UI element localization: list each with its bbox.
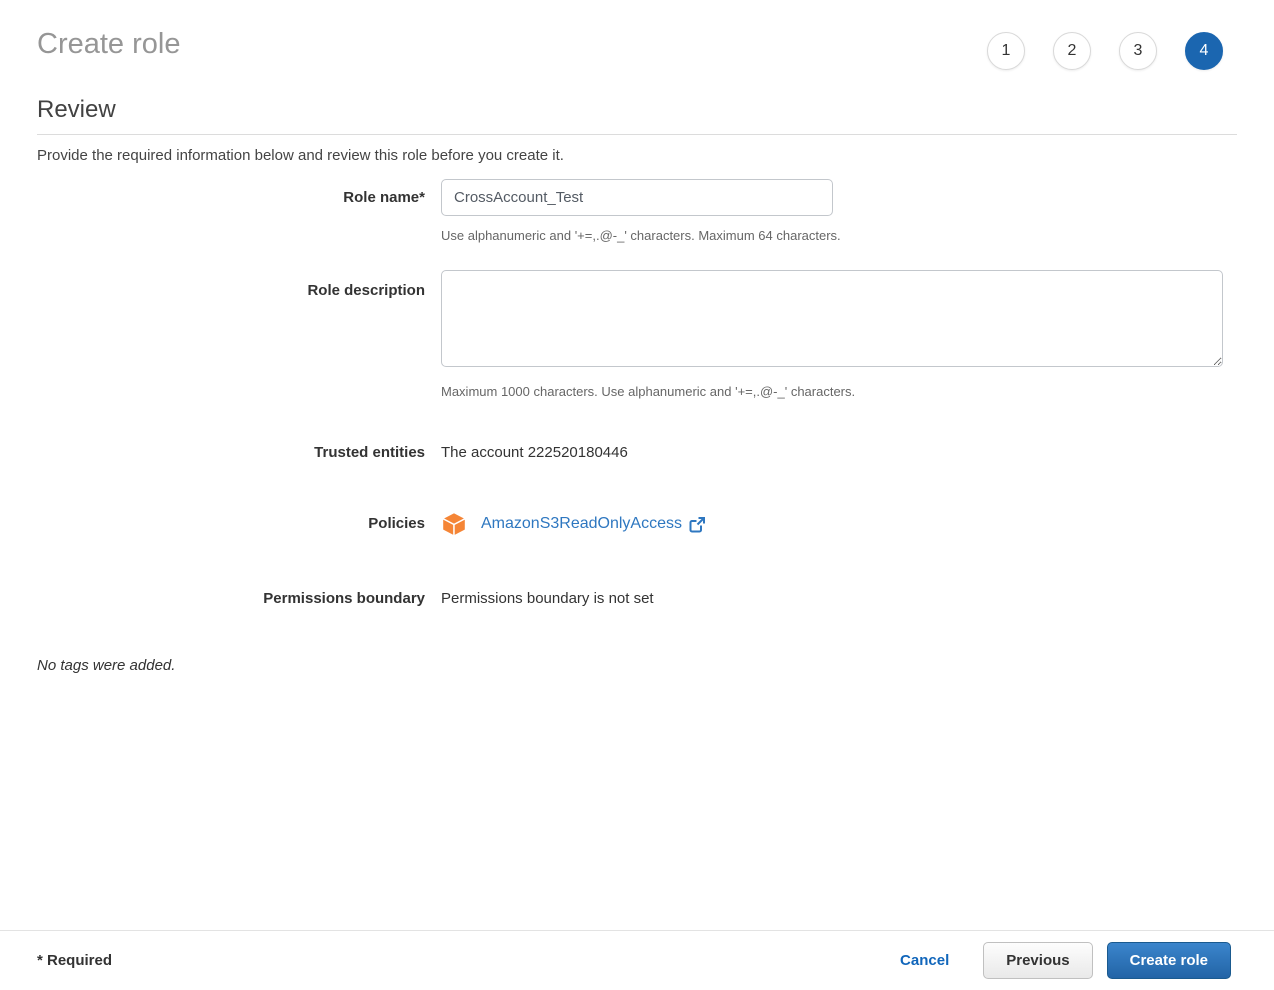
trusted-entities-label: Trusted entities [37,444,441,462]
role-name-label: Role name* [37,189,441,207]
footer-actions: Cancel Previous Create role [900,942,1231,979]
trusted-entities-value: The account 222520180446 [441,444,1237,462]
step-1-label: 1 [1002,42,1011,60]
policies-row: Policies AmazonS3ReadOnlyAccess [37,511,1237,537]
wizard-header: Create role 1 2 3 4 [0,0,1274,70]
permissions-boundary-row: Permissions boundary Permissions boundar… [37,590,1237,608]
role-name-helper: Use alphanumeric and '+=,.@-_' character… [441,228,1237,243]
policy-link[interactable]: AmazonS3ReadOnlyAccess [481,515,706,533]
policy-link-text: AmazonS3ReadOnlyAccess [481,515,682,533]
step-indicator: 1 2 3 4 [987,32,1223,70]
managed-policy-cube-icon [441,511,467,537]
trusted-entities-row: Trusted entities The account 22252018044… [37,444,1237,462]
policy-item: AmazonS3ReadOnlyAccess [441,511,1237,537]
policies-label: Policies [37,515,441,533]
step-4-indicator-active: 4 [1185,32,1223,70]
review-section: Review Provide the required information … [0,96,1274,608]
external-link-icon[interactable] [689,516,706,533]
role-description-textarea[interactable] [441,270,1223,367]
cancel-link[interactable]: Cancel [900,952,949,969]
role-description-label: Role description [37,270,441,300]
section-divider [37,134,1237,135]
section-description: Provide the required information below a… [37,147,1237,165]
role-description-row: Role description [37,270,1237,372]
step-3-label: 3 [1134,42,1143,60]
role-name-input[interactable] [441,179,833,216]
step-3-indicator: 3 [1119,32,1157,70]
step-2-label: 2 [1068,42,1077,60]
step-2-indicator: 2 [1053,32,1091,70]
required-note: * Required [37,952,112,969]
create-role-button[interactable]: Create role [1107,942,1231,979]
section-heading: Review [37,96,1237,124]
page-title: Create role [37,26,180,62]
permissions-boundary-value: Permissions boundary is not set [441,590,1237,608]
tags-note: No tags were added. [0,657,1274,674]
step-4-label: 4 [1200,42,1209,60]
step-1-indicator: 1 [987,32,1025,70]
wizard-footer: * Required Cancel Previous Create role [0,930,1274,990]
permissions-boundary-label: Permissions boundary [37,590,441,608]
previous-button[interactable]: Previous [983,942,1092,979]
role-name-row: Role name* [37,179,1237,216]
role-description-helper: Maximum 1000 characters. Use alphanumeri… [441,384,1237,399]
